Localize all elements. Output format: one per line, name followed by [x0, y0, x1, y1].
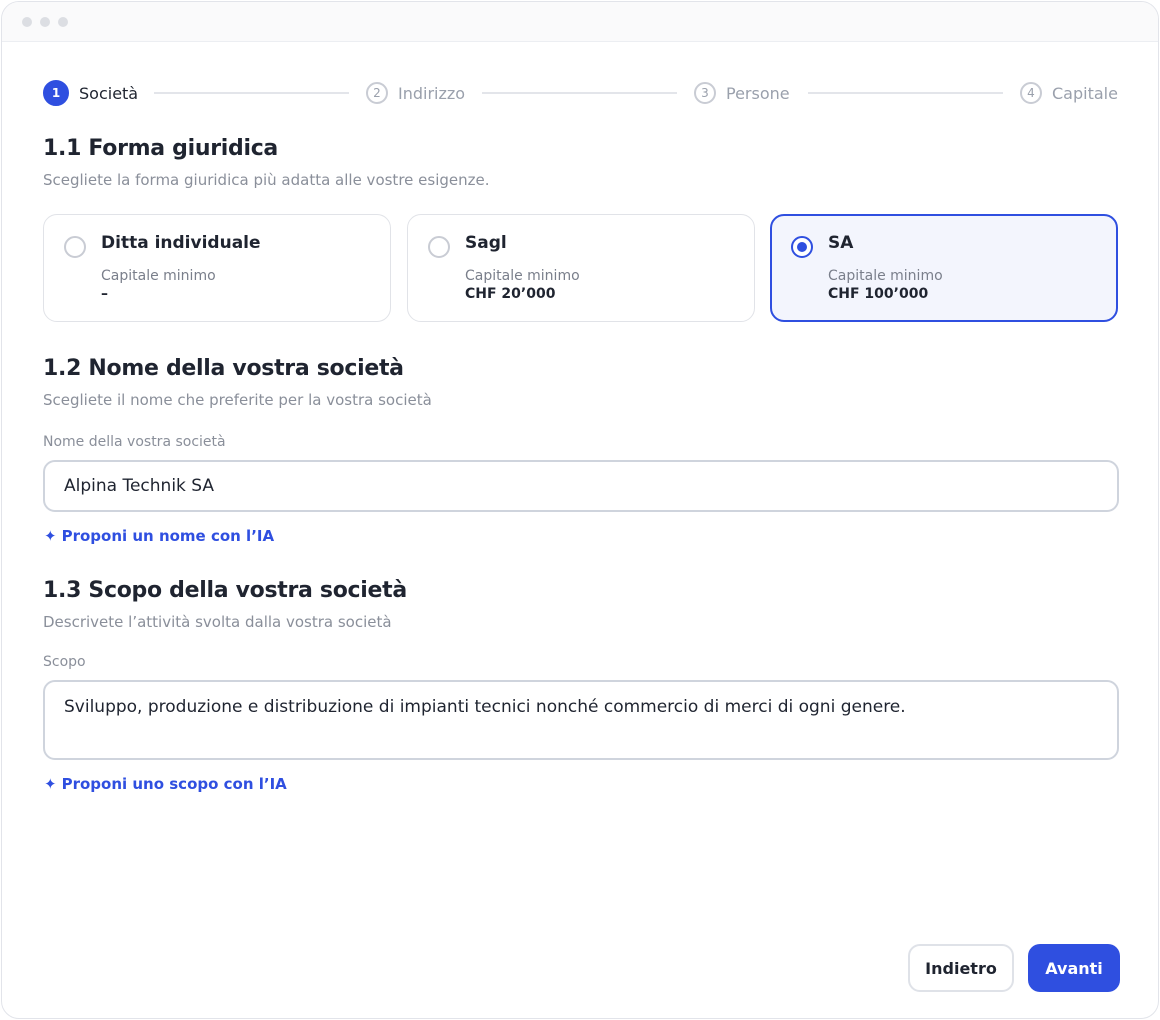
step-label: Società	[79, 83, 139, 103]
next-button[interactable]: Avanti	[1028, 944, 1120, 992]
step-label: Persone	[726, 83, 790, 103]
step-number: 1	[43, 80, 69, 106]
step-number: 3	[694, 82, 716, 104]
option-capital-value: CHF 100’000	[828, 286, 929, 302]
company-name-input[interactable]	[43, 460, 1119, 512]
suggest-purpose-ai-link[interactable]: ✦ Proponi uno scopo con l’IA	[44, 775, 287, 793]
suggest-name-ai-link[interactable]: ✦ Proponi un nome con l’IA	[44, 527, 274, 545]
section-subtitle-company-name: Scegliete il nome che preferite per la v…	[43, 391, 432, 409]
company-name-field-label: Nome della vostra società	[43, 434, 226, 450]
step-persone[interactable]: 3 Persone	[694, 80, 790, 106]
step-indirizzo[interactable]: 2 Indirizzo	[366, 80, 465, 106]
option-title: Sagl	[465, 233, 507, 253]
section-title-company-name: 1.2 Nome della vostra società	[43, 356, 404, 381]
option-title: Ditta individuale	[101, 233, 261, 253]
step-number: 2	[366, 82, 388, 104]
app-window: 1 Società 2 Indirizzo 3 Persone 4 Capita…	[1, 1, 1159, 1019]
radio-selected-icon[interactable]	[791, 236, 813, 258]
option-capital-label: Capitale minimo	[828, 268, 943, 284]
section-subtitle-purpose: Descrivete l’attività svolta dalla vostr…	[43, 613, 392, 631]
step-connector	[482, 92, 677, 94]
window-dot-icon	[58, 16, 68, 27]
back-button[interactable]: Indietro	[908, 944, 1014, 992]
section-subtitle-legal-form: Scegliete la forma giuridica più adatta …	[43, 171, 490, 189]
suggest-purpose-ai-label: Proponi uno scopo con l’IA	[61, 775, 287, 793]
sparkle-icon: ✦	[44, 527, 57, 545]
step-societa[interactable]: 1 Società	[43, 80, 138, 106]
radio-icon[interactable]	[428, 236, 450, 258]
window-dot-icon	[22, 16, 32, 27]
step-number: 4	[1020, 82, 1042, 104]
option-capital-value: CHF 20’000	[465, 286, 556, 302]
section-title-purpose: 1.3 Scopo della vostra società	[43, 578, 407, 603]
legal-form-option-sagl[interactable]: Sagl Capitale minimo CHF 20’000	[407, 214, 755, 322]
section-title-legal-form: 1.1 Forma giuridica	[43, 136, 278, 161]
sparkle-icon: ✦	[44, 775, 57, 793]
purpose-textarea[interactable]: Sviluppo, produzione e distribuzione di …	[43, 680, 1119, 760]
legal-form-option-ditta[interactable]: Ditta individuale Capitale minimo –	[43, 214, 391, 322]
option-capital-value: –	[101, 286, 108, 302]
suggest-name-ai-label: Proponi un nome con l’IA	[61, 527, 275, 545]
option-title: SA	[828, 233, 854, 253]
window-dot-icon	[40, 16, 50, 27]
option-capital-label: Capitale minimo	[465, 268, 580, 284]
purpose-field-label: Scopo	[43, 654, 86, 670]
step-connector	[154, 92, 349, 94]
step-capitale[interactable]: 4 Capitale	[1020, 80, 1118, 106]
option-capital-label: Capitale minimo	[101, 268, 216, 284]
window-titlebar	[2, 2, 1158, 42]
legal-form-option-sa[interactable]: SA Capitale minimo CHF 100’000	[770, 214, 1118, 322]
step-label: Capitale	[1052, 83, 1118, 103]
step-connector	[808, 92, 1003, 94]
step-label: Indirizzo	[398, 83, 466, 103]
radio-icon[interactable]	[64, 236, 86, 258]
